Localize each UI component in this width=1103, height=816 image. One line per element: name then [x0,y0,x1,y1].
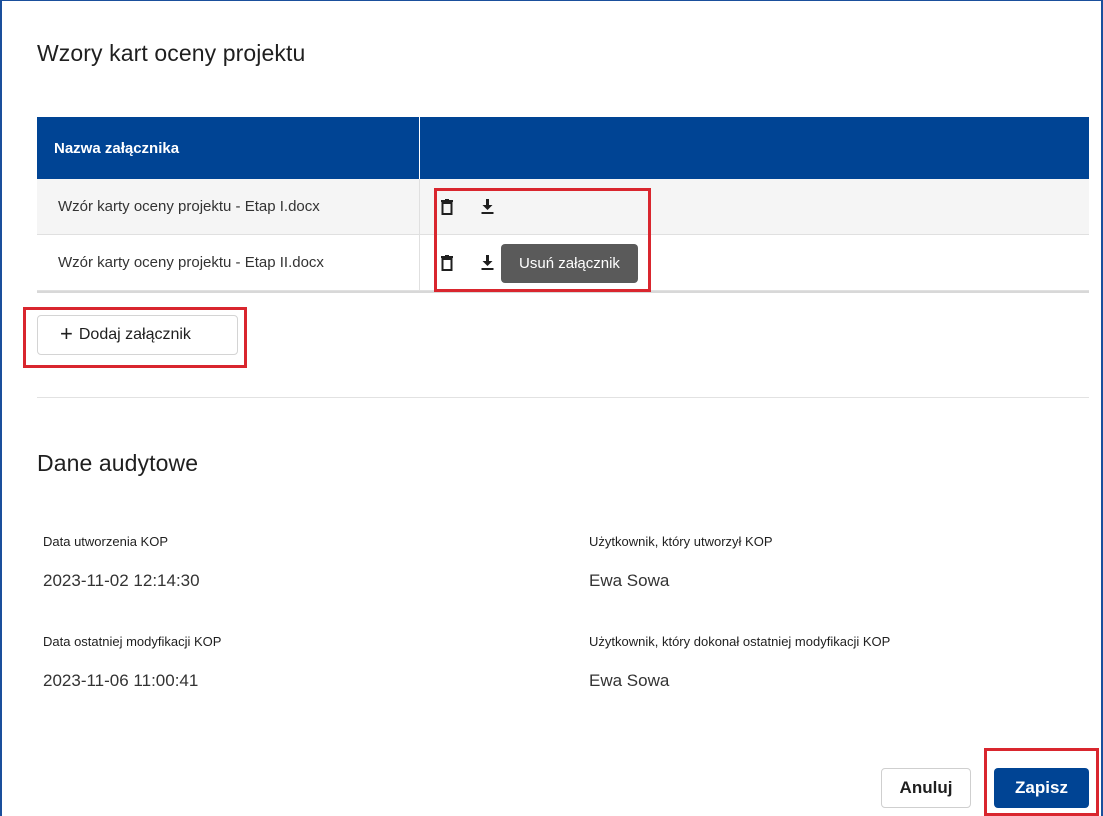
created-user-value: Ewa Sowa [589,571,670,590]
column-header-name: Nazwa załącznika [37,117,420,179]
table-header: Nazwa załącznika [37,117,1089,179]
column-header-actions [420,117,1089,179]
attachment-name: Wzór karty oceny projektu - Etap II.docx [37,235,420,290]
cancel-button[interactable]: Anuluj [881,768,971,808]
created-date-label: Data utworzenia KOP [43,534,169,549]
section-divider [37,397,1089,398]
attachment-name: Wzór karty oceny projektu - Etap I.docx [37,179,420,234]
modified-user-label: Użytkownik, który dokonał ostatniej mody… [589,634,891,649]
highlight-row-actions [434,188,651,292]
created-user-label: Użytkownik, który utworzył KOP [589,534,773,549]
modified-date-label: Data ostatniej modyfikacji KOP [43,634,222,649]
attachments-section-title: Wzory kart oceny projektu [37,40,306,66]
modified-user-value: Ewa Sowa [589,671,670,690]
created-date-value: 2023-11-02 12:14:30 [43,571,200,590]
audit-section-title: Dane audytowe [37,450,199,476]
modified-date-value: 2023-11-06 11:00:41 [43,671,199,690]
highlight-save-button [984,748,1099,816]
highlight-add-button [23,307,247,368]
